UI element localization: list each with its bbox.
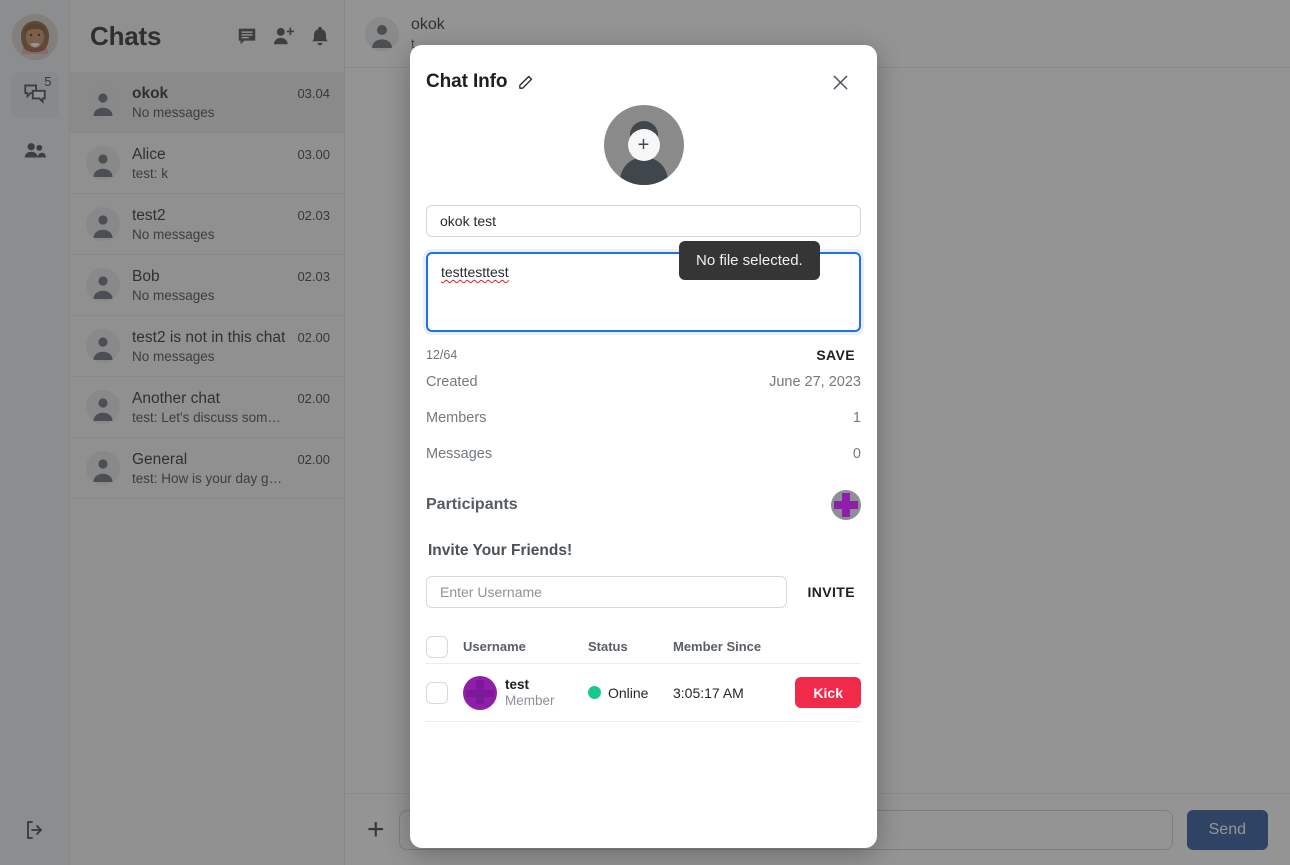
- status-label: Online: [608, 684, 649, 701]
- column-header-status: Status: [588, 639, 628, 654]
- close-icon[interactable]: [830, 72, 851, 93]
- add-participant-icon[interactable]: [831, 490, 861, 520]
- member-avatar: [463, 675, 497, 710]
- kick-button[interactable]: Kick: [795, 677, 861, 708]
- info-row-messages: Messages 0: [426, 436, 861, 472]
- column-header-username: Username: [463, 639, 526, 654]
- info-value: 1: [852, 410, 861, 426]
- plus-icon: +: [627, 129, 660, 161]
- member-role: Member: [505, 693, 555, 708]
- participants-row: Participants: [426, 486, 861, 524]
- cell-member-since: 3:05:17 AM: [673, 684, 744, 701]
- modal-title: Chat Info: [426, 71, 508, 92]
- cell-actions: Kick: [773, 677, 861, 708]
- column-header-member-since: Member Since: [673, 639, 762, 654]
- info-label: Created: [426, 374, 478, 390]
- chat-name-input[interactable]: [426, 205, 861, 237]
- avatar-body-shape: [619, 157, 668, 185]
- char-counter: 12/64: [426, 348, 458, 362]
- avatar-upload-wrap: + No file selected.: [410, 105, 877, 280]
- chat-info-modal: Chat Info + No file selected. testtestte…: [410, 45, 877, 848]
- cell-status: Online: [588, 685, 673, 701]
- row-checkbox[interactable]: [426, 681, 448, 704]
- chat-description-text: testtesttest: [441, 264, 509, 280]
- chat-avatar-upload[interactable]: +: [603, 105, 684, 185]
- counter-row: 12/64 SAVE: [426, 346, 861, 364]
- table-row: test Member Online 3:05:17 AM Kick: [426, 664, 861, 722]
- members-table: Username Status Member Since test Member: [426, 630, 861, 722]
- invite-row: INVITE: [426, 576, 861, 608]
- invite-heading: Invite Your Friends!: [428, 542, 573, 559]
- invite-button[interactable]: INVITE: [801, 583, 861, 601]
- participants-label: Participants: [426, 496, 518, 513]
- info-value: June 27, 2023: [769, 374, 861, 390]
- file-status-tooltip: No file selected.: [679, 241, 820, 280]
- status-dot-icon: [588, 686, 601, 699]
- info-row-created: Created June 27, 2023: [426, 364, 861, 400]
- table-header-row: Username Status Member Since: [426, 630, 861, 664]
- save-button[interactable]: SAVE: [810, 346, 861, 364]
- modal-header: Chat Info: [410, 45, 877, 93]
- invite-username-input[interactable]: [426, 576, 788, 608]
- cell-username: test Member: [463, 675, 588, 710]
- member-username: test: [505, 677, 530, 692]
- select-all-checkbox[interactable]: [426, 635, 448, 658]
- info-value: 0: [852, 446, 861, 462]
- info-row-members: Members 1: [426, 400, 861, 436]
- info-label: Messages: [426, 446, 493, 462]
- pencil-icon[interactable]: [517, 74, 534, 91]
- info-label: Members: [426, 410, 487, 426]
